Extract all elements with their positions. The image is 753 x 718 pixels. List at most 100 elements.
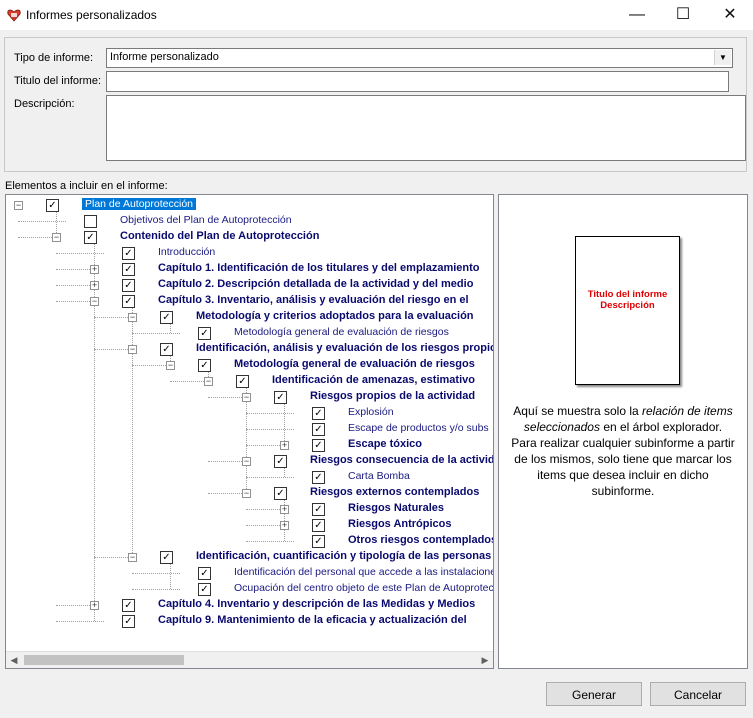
- checkbox-icon[interactable]: [84, 215, 97, 228]
- tree-node[interactable]: ✓ Identificación del personal que accede …: [6, 565, 493, 581]
- preview-info-text: Aquí se muestra solo la relación de item…: [511, 403, 735, 499]
- minus-box-icon[interactable]: −: [14, 201, 23, 210]
- tree-node[interactable]: − ✓ Identificación de amenazas, estimativo: [6, 373, 493, 389]
- checkbox-icon[interactable]: ✓: [312, 471, 325, 484]
- minus-box-icon[interactable]: −: [242, 393, 251, 402]
- plus-box-icon[interactable]: +: [90, 265, 99, 274]
- generar-button[interactable]: Generar: [546, 682, 642, 706]
- scroll-left-icon[interactable]: ◀: [6, 652, 22, 668]
- tree-node[interactable]: + ✓ Escape tóxico: [6, 437, 493, 453]
- plus-box-icon[interactable]: +: [280, 521, 289, 530]
- checkbox-icon[interactable]: ✓: [274, 391, 287, 404]
- tree-node[interactable]: ✓ Explosión: [6, 405, 493, 421]
- maximize-button[interactable]: ☐: [660, 0, 706, 30]
- checkbox-icon[interactable]: ✓: [160, 343, 173, 356]
- tree-node[interactable]: + ✓ Riesgos Antrópicos: [6, 517, 493, 533]
- checkbox-icon[interactable]: ✓: [312, 407, 325, 420]
- tree-node[interactable]: − ✓ Metodología y criterios adoptados para…: [6, 309, 493, 325]
- tree-node[interactable]: Objetivos del Plan de Autoprotección: [6, 213, 493, 229]
- checkbox-icon[interactable]: ✓: [236, 375, 249, 388]
- tree-node[interactable]: ✓ Carta Bomba: [6, 469, 493, 485]
- plus-box-icon[interactable]: +: [90, 281, 99, 290]
- checkbox-icon[interactable]: ✓: [312, 503, 325, 516]
- tree-node[interactable]: ✓ Ocupación del centro objeto de este Pla…: [6, 581, 493, 597]
- tree-node-label: Metodología general de evaluación de rie…: [234, 358, 475, 370]
- tree-node[interactable]: ✓ Otros riesgos contemplados: [6, 533, 493, 549]
- tree-node[interactable]: + ✓ Riesgos Naturales: [6, 501, 493, 517]
- scroll-right-icon[interactable]: ▶: [477, 652, 493, 668]
- plus-box-icon[interactable]: +: [280, 505, 289, 514]
- tree-node-label: Capítulo 2. Descripción detallada de la …: [158, 278, 474, 290]
- chevron-down-icon[interactable]: ▼: [714, 50, 731, 65]
- checkbox-icon[interactable]: ✓: [312, 423, 325, 436]
- tree-node[interactable]: + ✓ Capítulo 2. Descripción detallada de l…: [6, 277, 493, 293]
- checkbox-icon[interactable]: ✓: [198, 583, 211, 596]
- titulo-input[interactable]: [106, 71, 729, 92]
- tree-node[interactable]: − ✓ Metodología general de evaluación de r…: [6, 357, 493, 373]
- tree-node[interactable]: − ✓ Plan de Autoprotección: [6, 197, 493, 213]
- checkbox-icon[interactable]: ✓: [122, 279, 135, 292]
- tree-node[interactable]: ✓ Metodología general de evaluación de ri…: [6, 325, 493, 341]
- minus-box-icon[interactable]: −: [166, 361, 175, 370]
- checkbox-icon[interactable]: ✓: [312, 535, 325, 548]
- minus-box-icon[interactable]: −: [128, 553, 137, 562]
- tree-node-label: Objetivos del Plan de Autoprotección: [120, 214, 292, 226]
- minus-box-icon[interactable]: −: [128, 345, 137, 354]
- checkbox-icon[interactable]: ✓: [160, 551, 173, 564]
- horizontal-scrollbar[interactable]: ◀ ▶: [6, 651, 493, 668]
- checkbox-icon[interactable]: ✓: [160, 311, 173, 324]
- tree-node[interactable]: ✓ Introducción: [6, 245, 493, 261]
- tree-node[interactable]: ✓ Escape de productos y/o subs: [6, 421, 493, 437]
- minus-box-icon[interactable]: −: [242, 457, 251, 466]
- minus-box-icon[interactable]: −: [242, 489, 251, 498]
- plus-box-icon[interactable]: +: [280, 441, 289, 450]
- checkbox-icon[interactable]: ✓: [312, 519, 325, 532]
- minus-box-icon[interactable]: −: [90, 297, 99, 306]
- page-title-text: Titulo del informe: [587, 289, 668, 300]
- checkbox-icon[interactable]: ✓: [84, 231, 97, 244]
- tree-node[interactable]: − ✓ Riesgos externos contemplados: [6, 485, 493, 501]
- tree-node[interactable]: + ✓ Capítulo 4. Inventario y descripción d…: [6, 597, 493, 613]
- tree-node[interactable]: − ✓ Identificación, cuantificación y tipol…: [6, 549, 493, 565]
- checkbox-icon[interactable]: ✓: [122, 295, 135, 308]
- tree-node-label: Capítulo 3. Inventario, análisis y evalu…: [158, 294, 469, 306]
- plus-box-icon[interactable]: +: [90, 601, 99, 610]
- checkbox-icon[interactable]: ✓: [122, 615, 135, 628]
- close-button[interactable]: ✕: [707, 0, 753, 30]
- minus-box-icon[interactable]: −: [204, 377, 213, 386]
- checkbox-icon[interactable]: ✓: [122, 599, 135, 612]
- checkbox-icon[interactable]: ✓: [122, 263, 135, 276]
- checkbox-icon[interactable]: ✓: [198, 567, 211, 580]
- tree-node-label: Carta Bomba: [348, 470, 410, 482]
- checkbox-icon[interactable]: ✓: [312, 439, 325, 452]
- tree-node[interactable]: − ✓ Riesgos consecuencia de la actividad: [6, 453, 493, 469]
- tree-node[interactable]: − ✓ Capítulo 3. Inventario, análisis y eva…: [6, 293, 493, 309]
- tipo-select[interactable]: Informe personalizado ▼: [106, 48, 733, 68]
- tree-node[interactable]: − ✓ Contenido del Plan de Autoprotección: [6, 229, 493, 245]
- checkbox-icon[interactable]: ✓: [46, 199, 59, 212]
- tree-node-label: Metodología y criterios adoptados para l…: [196, 310, 474, 322]
- scroll-thumb[interactable]: [24, 655, 184, 665]
- cancelar-button[interactable]: Cancelar: [650, 682, 746, 706]
- checkbox-icon[interactable]: ✓: [198, 327, 211, 340]
- checkbox-icon[interactable]: ✓: [122, 247, 135, 260]
- minus-box-icon[interactable]: −: [52, 233, 61, 242]
- report-icon: [7, 9, 21, 22]
- checkbox-icon[interactable]: ✓: [274, 487, 287, 500]
- descripcion-textarea[interactable]: [106, 95, 746, 161]
- tree-node-label: Otros riesgos contemplados: [348, 534, 493, 546]
- minimize-button[interactable]: —: [614, 0, 660, 30]
- tree-node-label: Identificación, análisis y evaluación de…: [196, 342, 493, 354]
- checkbox-icon[interactable]: ✓: [274, 455, 287, 468]
- tree-node[interactable]: ✓ Capítulo 9. Mantenimiento de la eficaci…: [6, 613, 493, 629]
- elements-tree[interactable]: − ✓ Plan de Autoprotección Objetivos del Pl…: [5, 194, 494, 669]
- tree-node[interactable]: − ✓ Identificación, análisis y evaluación …: [6, 341, 493, 357]
- minus-box-icon[interactable]: −: [128, 313, 137, 322]
- tipo-label: Tipo de informe:: [14, 52, 94, 64]
- tree-node-label: Contenido del Plan de Autoprotección: [120, 230, 320, 242]
- checkbox-icon[interactable]: ✓: [198, 359, 211, 372]
- info-text-a: Aquí se muestra solo la: [513, 404, 642, 418]
- tree-node[interactable]: − ✓ Riesgos propios de la actividad: [6, 389, 493, 405]
- report-form-group: Tipo de informe: Informe personalizado ▼…: [4, 37, 747, 172]
- tree-node[interactable]: + ✓ Capítulo 1. Identificación de los titu…: [6, 261, 493, 277]
